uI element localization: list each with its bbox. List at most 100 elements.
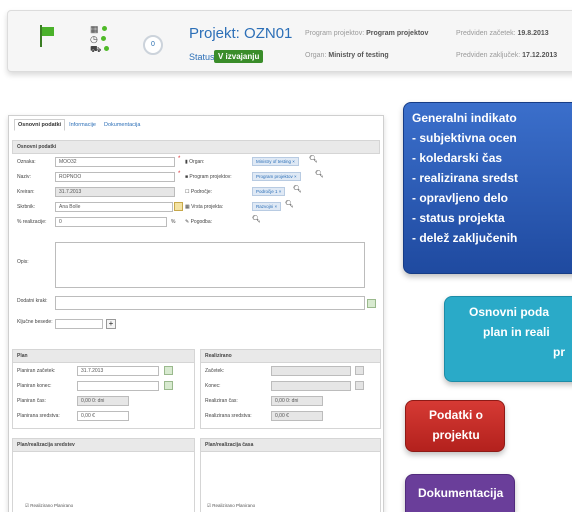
naziv-label: Naziv: [17,174,31,180]
search-icon[interactable]: 🔍︎ [315,170,324,178]
status-badge: V izvajanju [214,50,264,63]
realizacija-field[interactable]: 0 [55,217,167,227]
realizacija-label: % realizacije: [17,219,47,225]
naziv-field[interactable]: ROPNOO [55,172,175,182]
indicator-item: - koledarski čas [412,151,503,165]
screenshot-root: ▦ ◷ ⛟ 0 Projekt: OZN01 Status: V izvajan… [0,0,572,512]
folder-icon: ■ [185,174,189,180]
real-konec-label: Konec: [205,383,221,389]
pogodba-label: ✎ Pogodba: [185,219,213,225]
search-icon[interactable]: 🔍︎ [293,185,302,193]
calendar-icon [355,381,364,390]
plan-zacetek-field[interactable]: 31.7.2013 [77,366,159,376]
indicators-callout: Generalni indikato - subjektivna ocen - … [403,102,572,274]
grid-icon: ▦ [185,204,190,210]
real-zacetek-field [271,366,351,376]
real-zacetek-label: Začetek: [205,368,225,374]
plan-sredstva-label: Planirana sredstva: [17,413,60,419]
dodatni-label: Dodatni kraki: [17,298,48,304]
form-tabs: Osnovni podatki Informacije Dokumentacija [14,119,144,131]
indicator-item: - realizirana sredst [412,171,519,185]
plan-cas-field: 0,00 0: dni [77,396,129,406]
end-meta: Predviden zaključek: 17.12.2013 [456,52,558,59]
section-basic-header: Osnovni podatki [12,140,380,154]
chart-casa-legend[interactable]: ☑ Realizirano Planirano [207,503,255,509]
plan-zacetek-label: Planiran začetek: [17,368,56,374]
calendar-icon[interactable] [164,366,173,375]
organ-label: ▮ Organ: [185,159,205,165]
plan-cas-label: Planiran čas: [17,398,46,404]
plan-header: Plan [12,349,195,363]
indicator-item: - opravljeno delo [412,191,509,205]
basic-line: Osnovni poda [469,305,550,319]
kreiran-field: 31.7.2013 [55,187,175,197]
real-sredstva-field: 0,00 € [271,411,323,421]
calendar-icon[interactable] [164,381,173,390]
opis-textarea[interactable] [55,242,365,288]
kreiran-label: Kreiran: [17,189,35,195]
chart-casa-header: Plan/realizacija časa [200,438,381,452]
project-header-card: ▦ ◷ ⛟ 0 Projekt: OZN01 Status: V izvajan… [7,10,572,72]
plan-konec-label: Planiran konec: [17,383,52,389]
status-label: Status: [189,52,218,62]
indicator-item: - delež zaključenih [412,231,518,245]
add-keyword-button[interactable]: + [106,319,116,329]
clock-icon: ◷ [90,35,106,44]
cart-icon: ⛟ [90,45,110,54]
organ-tag[interactable]: Ministry of testing × [252,157,299,166]
podrocje-label: ☐ Področje: [185,189,212,195]
start-meta: Predviden začetek: 19.8.2013 [456,30,549,37]
realizirano-header: Realizirano [200,349,381,363]
required-marker: * [178,156,181,162]
attach-icon[interactable] [367,299,376,308]
kljucne-label: Ključne besede: [17,319,53,325]
tab-informacije[interactable]: Informacije [65,119,100,131]
program-meta: Program projektov: Program projektov [305,30,429,37]
progress-indicator: 0 [143,35,163,55]
chart-sredstev-legend[interactable]: ☑ Realizirano Planirano [25,503,73,509]
plan-konec-field[interactable] [77,381,159,391]
search-icon[interactable]: 🔍︎ [285,200,294,208]
tab-dokumentacija[interactable]: Dokumentacija [100,119,144,131]
project-data-callout: Podatki o projektu [405,400,505,452]
kljucne-field[interactable] [55,319,103,329]
chart-sredstev-header: Plan/realizacija sredstev [12,438,195,452]
indicator-item: - subjektivna ocen [412,131,517,145]
required-marker: * [178,171,181,177]
basic-data-callout: Osnovni poda plan in reali pr [444,296,572,382]
real-cas-field: 0,00 0: dni [271,396,323,406]
calendar-icon [355,366,364,375]
real-konec-field [271,381,351,391]
project-title: Projekt: OZN01 [189,25,293,42]
program-tag[interactable]: Program projektov × [252,172,301,181]
grid-icon: ▦ [90,25,107,34]
search-icon[interactable]: 🔍︎ [309,155,318,163]
project-form-panel: Osnovni podatki Informacije Dokumentacija … [8,115,384,512]
oznaka-label: Oznaka: [17,159,36,165]
oznaka-field[interactable]: MOO32 [55,157,175,167]
plan-sredstva-field[interactable]: 0,00 € [77,411,129,421]
building-icon: ▮ [185,159,188,165]
program-label: ■ Program projektov: [185,174,232,180]
indicator-item: - status projekta [412,211,505,225]
vrsta-tag[interactable]: Razvojni × [252,202,282,211]
basic-line: pr [553,345,565,359]
project-line: projektu [432,428,480,442]
documentation-callout: Dokumentacija [405,474,515,512]
search-icon[interactable]: 🔍︎ [252,215,261,223]
real-cas-label: Realiziran čas: [205,398,238,404]
user-picker-icon[interactable] [174,202,183,211]
opis-label: Opis: [17,259,29,265]
flag-icon [40,25,56,47]
skrbnik-label: Skrbnik: [17,204,36,210]
organ-meta: Organ: Ministry of testing [305,52,389,59]
project-line: Podatki o [428,408,483,422]
tab-osnovni-podatki[interactable]: Osnovni podatki [14,119,66,131]
dodatni-field[interactable] [55,296,365,310]
skrbnik-field[interactable]: Ana Bolle [55,202,173,212]
indicators-title: Generalni indikato [412,111,517,125]
area-icon: ☐ [185,189,190,195]
vrsta-label: ▦ Vrsta projekta: [185,204,224,210]
podrocje-tag[interactable]: Področje 1 × [252,187,286,196]
basic-line: plan in reali [483,325,550,339]
